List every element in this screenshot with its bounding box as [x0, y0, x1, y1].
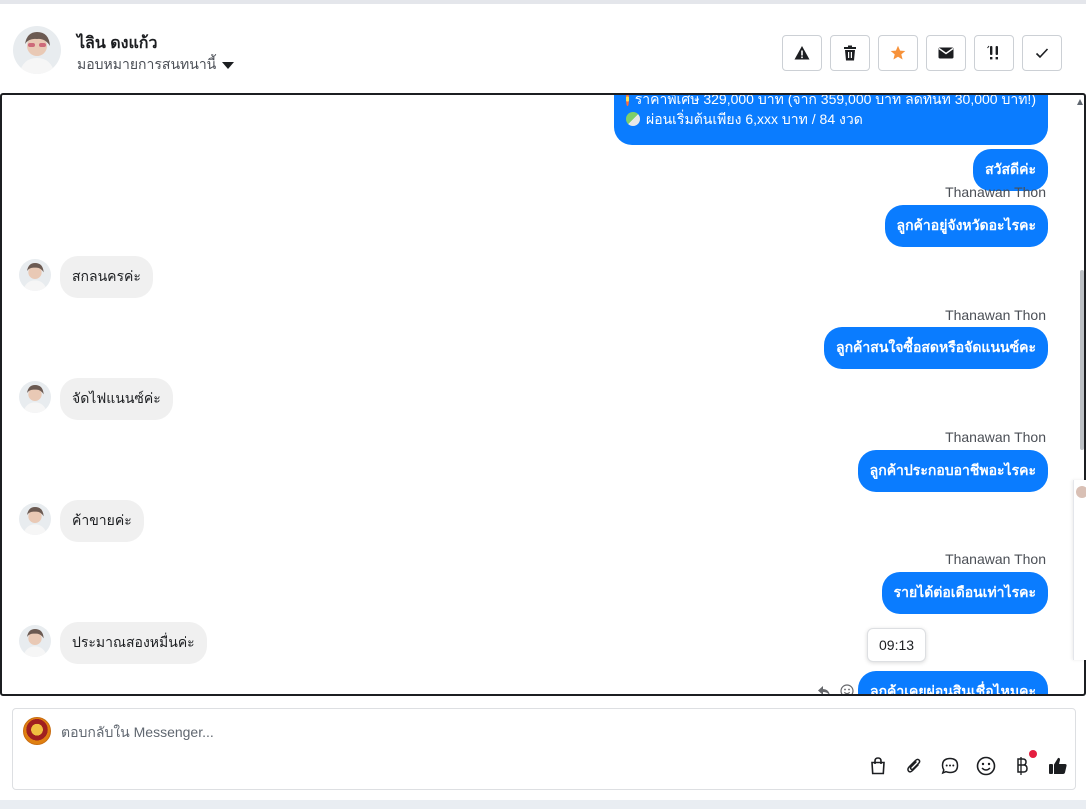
promo-price-text: ราคาพิเศษ 329,000 บาท (จาก 359,000 บาท ล… [634, 93, 1036, 107]
delete-button[interactable] [830, 35, 870, 71]
outgoing-message[interactable]: ลูกค้าประกอบอาชีพอะไรคะ [857, 450, 1048, 492]
contact-name[interactable]: ไลิน ดงแก้ว [77, 31, 157, 56]
attach-button[interactable] [903, 755, 925, 777]
mark-unread-button[interactable] [926, 35, 966, 71]
contact-message-avatar [19, 381, 51, 413]
paperclip-icon [907, 758, 921, 773]
warning-icon [794, 46, 810, 60]
shop-button[interactable] [867, 755, 889, 777]
promo-line-price: ราคาพิเศษ 329,000 บาท (จาก 359,000 บาท ล… [626, 93, 1036, 109]
promo-installment-text: ผ่อนเริ่มต้นเพียง 6,xxx บาท / 84 งวด [646, 111, 863, 127]
assign-conversation-dropdown[interactable]: มอบหมายการสนทนานี้ [77, 54, 235, 76]
conversation-header: ไลิน ดงแก้ว มอบหมายการสนทนานี้ [0, 0, 1086, 94]
reply-input[interactable] [61, 721, 961, 743]
sender-name: Thanawan Thon [945, 307, 1046, 323]
outgoing-message[interactable]: รายได้ต่อเดือนเท่าไรคะ [881, 572, 1048, 614]
sparkle-icon [626, 95, 629, 106]
bag-icon [871, 757, 885, 775]
payment-button[interactable] [1011, 750, 1037, 777]
incoming-message[interactable]: สกลนครค่ะ [60, 256, 153, 298]
reply-icon[interactable] [817, 685, 831, 696]
incoming-message[interactable]: ค้าขายค่ะ [60, 500, 144, 542]
outgoing-message[interactable]: ลูกค้าสนใจซื้อสดหรือจัดแนนซ์คะ [824, 327, 1048, 369]
promo-line-installment: ผ่อนเริ่มต้นเพียง 6,xxx บาท / 84 งวด [626, 109, 1036, 129]
page-footer-strip [0, 800, 1086, 809]
notification-dot [1029, 750, 1037, 758]
caret-down-icon [222, 62, 235, 69]
money-wings-icon [626, 112, 640, 126]
sender-name: Thanawan Thon [945, 429, 1046, 445]
scroll-up-arrow-icon[interactable] [1077, 99, 1083, 105]
star-icon [890, 45, 906, 60]
timestamp-tooltip: 09:13 [867, 628, 927, 662]
baht-icon [1017, 757, 1028, 775]
follow-up-button[interactable] [974, 35, 1014, 71]
sender-name: Thanawan Thon [945, 184, 1046, 200]
check-icon [1035, 48, 1049, 59]
emoji-icon [976, 756, 996, 776]
sender-name: Thanawan Thon [945, 551, 1046, 567]
contact-avatar[interactable] [13, 26, 61, 74]
envelope-icon [938, 47, 954, 59]
saved-replies-button[interactable] [939, 755, 961, 777]
assign-label: มอบหมายการสนทนานี้ [77, 56, 217, 72]
contact-message-avatar [19, 503, 51, 535]
spam-button[interactable] [782, 35, 822, 71]
outgoing-message[interactable]: ลูกค้าอยู่จังหวัดอะไรคะ [884, 205, 1048, 247]
outgoing-message[interactable]: ลูกค้าเคยผ่อนสินเชื่อไหมคะ [857, 671, 1048, 694]
side-panel-edge[interactable] [1073, 480, 1086, 660]
thumbs-up-icon [1049, 757, 1067, 774]
scrollbar-thumb[interactable] [1080, 270, 1084, 450]
contact-message-avatar [19, 259, 51, 291]
reply-composer [12, 708, 1076, 790]
like-button[interactable] [1047, 755, 1069, 777]
trash-icon [844, 45, 856, 61]
composer-toolbar [867, 750, 1069, 777]
incoming-message[interactable]: ประมาณสองหมื่นค่ะ [60, 622, 207, 664]
contact-message-avatar [19, 625, 51, 657]
page-avatar [23, 717, 51, 745]
star-button[interactable] [878, 35, 918, 71]
conversation-actions [782, 35, 1062, 71]
promo-message-bubble[interactable]: ราคาพิเศษ 329,000 บาท (จาก 359,000 บาท ล… [614, 93, 1048, 145]
mark-done-button[interactable] [1022, 35, 1062, 71]
emoji-button[interactable] [975, 755, 997, 777]
chat-bubble-icon [941, 757, 959, 775]
incoming-message[interactable]: จัดไฟแนนซ์ค่ะ [60, 378, 173, 420]
message-thread[interactable]: ราคาพิเศษ 329,000 บาท (จาก 359,000 บาท ล… [0, 93, 1086, 696]
react-emoji-icon[interactable] [840, 684, 854, 696]
exclamation-icon [987, 45, 998, 60]
side-panel-avatar [1076, 486, 1086, 498]
